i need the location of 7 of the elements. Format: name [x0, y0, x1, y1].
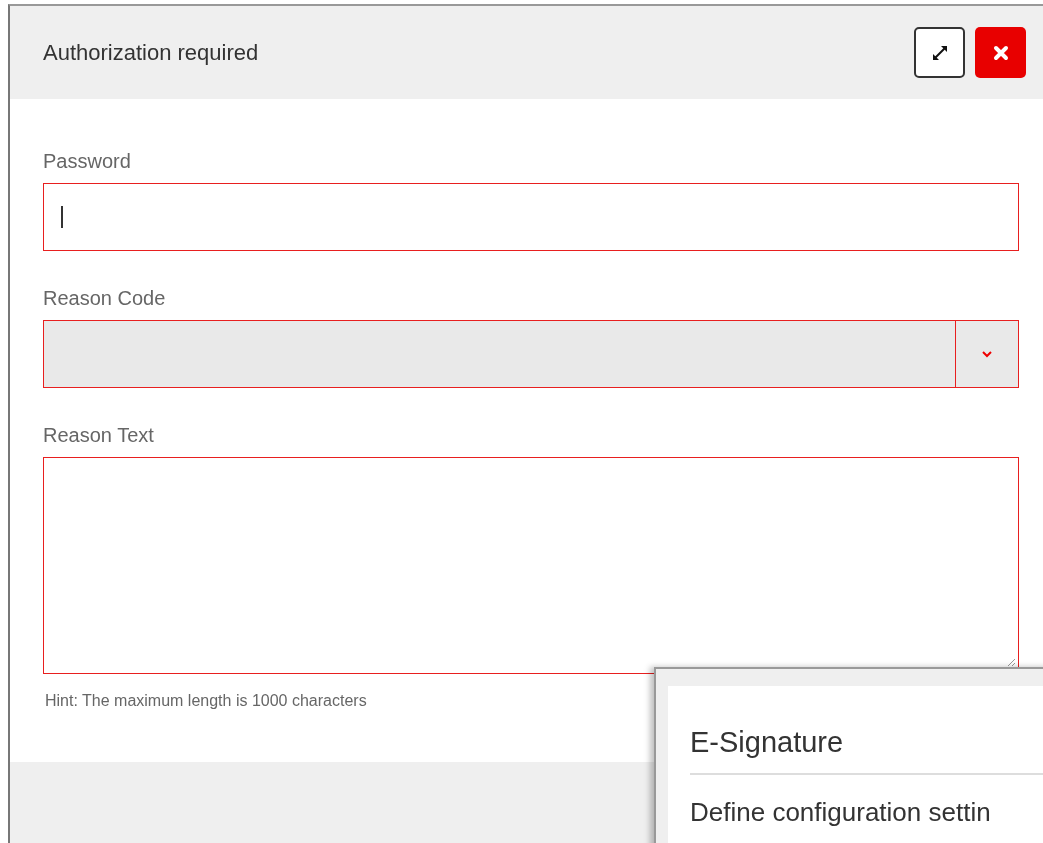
field-label: Password — [43, 150, 131, 174]
panel-title: E-Signature — [690, 726, 844, 759]
field-label: Reason Code — [43, 287, 166, 311]
hint-text: Hint: The maximum length is 1000 characters — [45, 692, 367, 710]
field-label: Reason Text — [43, 424, 154, 448]
panel-text: Define configuration settin — [690, 797, 991, 828]
dialog-title: Authorization required — [43, 39, 259, 66]
